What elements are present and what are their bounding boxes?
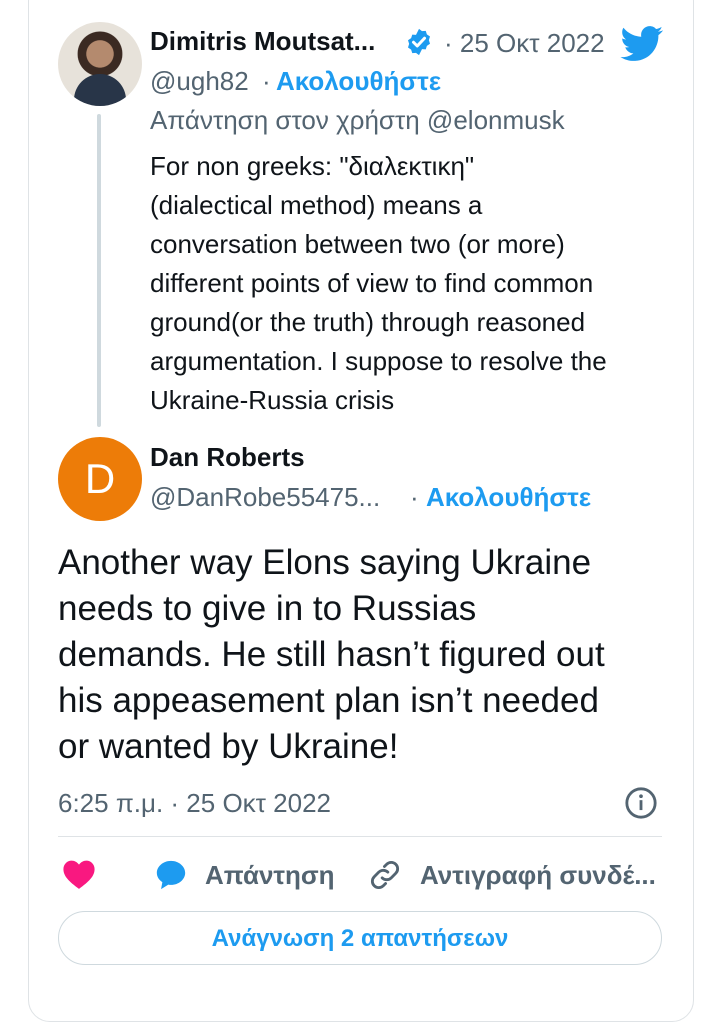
main-text-line: or wanted by Ukraine! xyxy=(58,727,399,766)
main-timestamp[interactable]: 6:25 π.μ. · 25 Οκτ 2022 xyxy=(58,788,331,819)
verified-badge-icon xyxy=(408,28,430,56)
read-replies-button[interactable]: Ανάγνωση 2 απαντήσεων xyxy=(58,911,662,965)
parent-text-line: (dialectical method) means a xyxy=(150,190,483,220)
reply-to-label[interactable]: Απάντηση στον χρήστη @elonmusk xyxy=(150,105,565,136)
heart-icon[interactable] xyxy=(62,858,96,890)
parent-tweet-text: For non greeks: "διαλεκτικη" (dialectica… xyxy=(150,147,670,420)
parent-handle[interactable]: @ugh82 xyxy=(150,66,249,97)
main-separator: · xyxy=(410,482,419,512)
speech-bubble-icon[interactable] xyxy=(154,858,188,892)
parent-author-name[interactable]: Dimitris Moutsat... xyxy=(150,26,375,57)
main-tweet-text: Another way Elons saying Ukraine needs t… xyxy=(58,540,678,770)
reply-button[interactable]: Απάντηση xyxy=(205,860,335,891)
main-text-line: needs to give in to Russias xyxy=(58,589,477,628)
twitter-bird-icon[interactable] xyxy=(620,26,664,62)
avatar-dimitris[interactable] xyxy=(58,22,142,106)
parent-text-line: ground(or the truth) through reasoned xyxy=(150,307,586,337)
main-text-line: Another way Elons saying Ukraine xyxy=(58,543,592,582)
main-author-name[interactable]: Dan Roberts xyxy=(150,442,305,473)
main-handle[interactable]: @DanRobe55475... xyxy=(150,482,380,513)
parent-text-line: different points of view to find common xyxy=(150,268,594,298)
parent-text-line: argumentation. I suppose to resolve the xyxy=(150,346,607,376)
main-follow-button[interactable]: Ακολουθήστε xyxy=(426,482,591,513)
main-text-line: his appeasement plan isn’t needed xyxy=(58,681,599,720)
divider xyxy=(58,836,662,837)
avatar-dan[interactable]: D xyxy=(58,437,142,521)
parent-text-line: For non greeks: "διαλεκτικη" xyxy=(150,151,475,181)
parent-text-line: Ukraine-Russia crisis xyxy=(150,385,395,415)
parent-follow-button[interactable]: Ακολουθήστε xyxy=(276,66,441,97)
parent-date[interactable]: · 25 Οκτ 2022 xyxy=(444,28,605,59)
thread-line xyxy=(97,114,101,427)
parent-separator: · xyxy=(262,66,271,96)
main-text-line: demands. He still hasn’t figured out xyxy=(58,635,605,674)
info-icon[interactable] xyxy=(624,786,658,820)
copy-link-button[interactable]: Αντιγραφή συνδέ... xyxy=(420,860,656,891)
link-icon[interactable] xyxy=(368,858,402,892)
parent-text-line: conversation between two (or more) xyxy=(150,229,565,259)
